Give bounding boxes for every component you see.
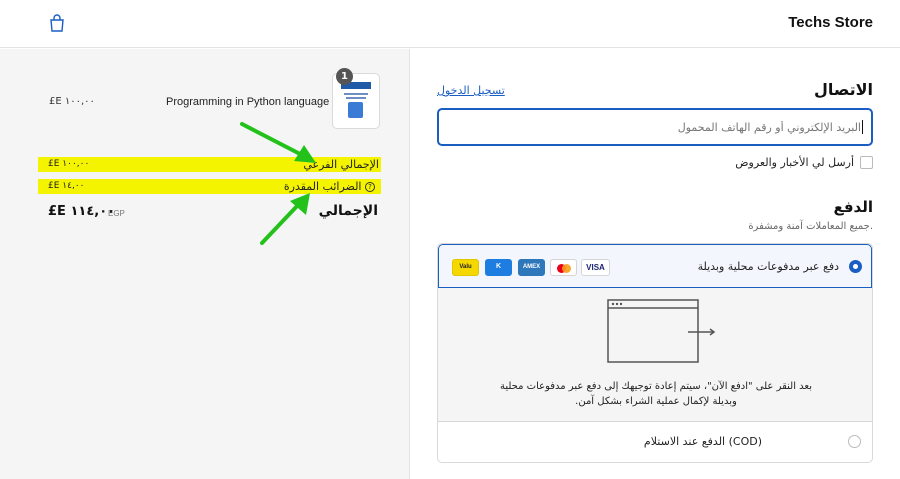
subtotal-row: الإجمالي الفرعي £E ١٠٠,٠٠: [38, 157, 381, 172]
annotation-arrow-up-icon: [260, 193, 310, 245]
header: Techs Store: [0, 0, 900, 48]
annotation-arrow-down-icon: [240, 122, 316, 163]
subtotal-value: £E ١٠٠,٠٠: [48, 159, 90, 169]
quantity-badge: 1: [336, 68, 353, 85]
valu-card-icon: Valu: [452, 259, 479, 276]
product-name: Programming in Python language: [166, 96, 330, 108]
login-link[interactable]: تسجيل الدخول: [437, 84, 505, 97]
payment-subtitle: جميع المعاملات آمنة ومشفرة.: [748, 221, 873, 232]
total-value: £E ١١٤,٠٠: [48, 204, 116, 219]
email-or-phone-input[interactable]: [437, 108, 873, 146]
question-help-icon[interactable]: ?: [365, 182, 375, 192]
browser-redirect-icon: [607, 299, 716, 363]
shopping-bag-icon[interactable]: [49, 14, 65, 32]
payment-option-local[interactable]: دفع عبر مدفوعات محلية وبديلة Valu K AMEX…: [438, 244, 872, 288]
payment-methods: دفع عبر مدفوعات محلية وبديلة Valu K AMEX…: [437, 243, 873, 463]
visa-card-icon: VISA: [581, 259, 610, 276]
kiosk-card-icon: K: [485, 259, 512, 276]
mastercard-icon: [550, 259, 577, 276]
newsletter-label: أرسل لي الأخبار والعروض: [735, 156, 854, 169]
product-price: £E ١٠٠,٠٠: [49, 96, 95, 107]
store-name[interactable]: Techs Store: [788, 14, 873, 31]
redirect-text: بعد النقر على "ادفع الآن"، سيتم إعادة تو…: [499, 381, 813, 407]
payment-option-cod-label: الدفع عند الاستلام (COD): [643, 435, 762, 448]
contact-heading: الاتصال: [813, 80, 873, 99]
radio-selected[interactable]: [849, 260, 862, 273]
radio-unselected[interactable]: [848, 435, 861, 448]
payment-option-cod[interactable]: الدفع عند الاستلام (COD): [438, 422, 872, 462]
payment-option-local-label: دفع عبر مدفوعات محلية وبديلة: [697, 260, 839, 273]
total-label: الإجمالي: [318, 203, 378, 219]
redirect-info: بعد النقر على "ادفع الآن"، سيتم إعادة تو…: [438, 288, 872, 422]
book-cover-image: [341, 82, 371, 122]
tax-row: الضرائب المقدرة ? £E ١٤,٠٠: [38, 179, 381, 194]
newsletter-checkbox[interactable]: [860, 156, 873, 169]
order-summary-panel: 1 Programming in Python language £E ١٠٠,…: [0, 49, 410, 479]
amex-card-icon: AMEX: [518, 259, 545, 276]
payment-heading: الدفع: [833, 198, 873, 216]
text-caret: [862, 120, 863, 134]
tax-value: £E ١٤,٠٠: [48, 181, 85, 191]
